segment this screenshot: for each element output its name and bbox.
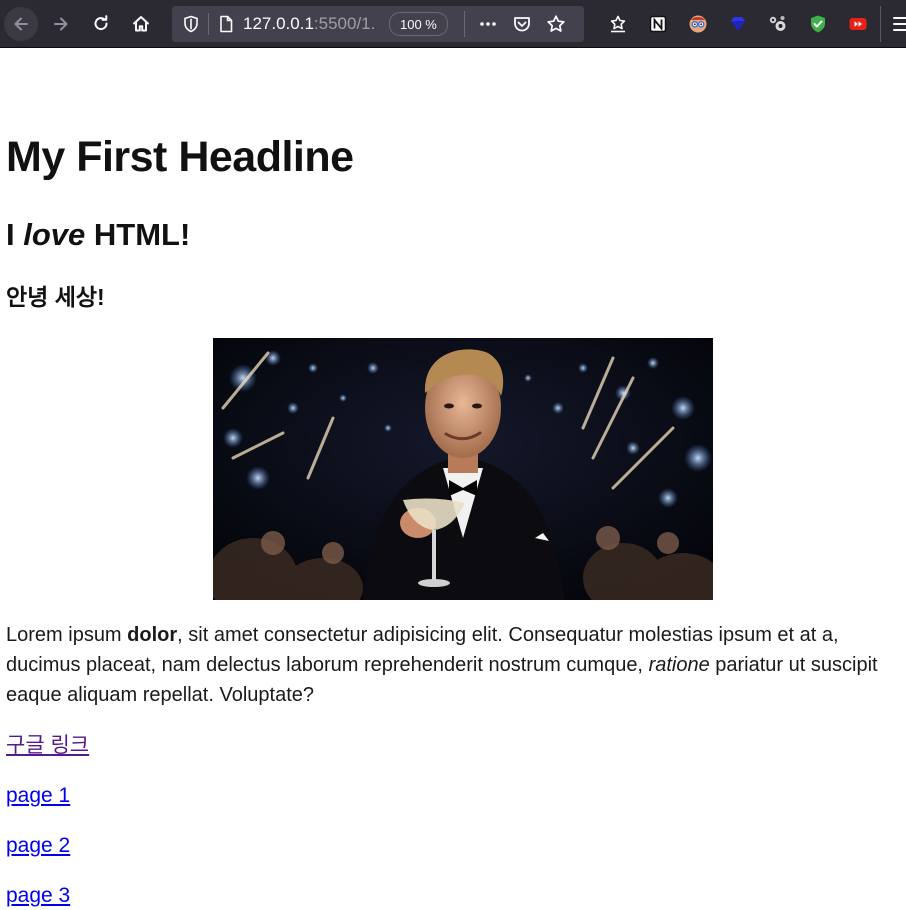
address-bar[interactable]: 127.0.0.1:5500/1. 100 %: [172, 6, 584, 42]
subheading-end: HTML!: [85, 217, 191, 252]
molecule-extension-button[interactable]: [758, 7, 798, 41]
page-1-link[interactable]: page 1: [6, 782, 70, 810]
pocket-icon: [513, 17, 530, 32]
google-link[interactable]: 구글 링크: [6, 732, 89, 760]
paragraph-emphasis: ratione: [648, 654, 710, 676]
subheading: I love HTML!: [6, 215, 190, 255]
pocket-button[interactable]: [509, 11, 535, 37]
tracking-shield-icon[interactable]: [182, 15, 200, 33]
urlbar-divider: [208, 13, 209, 35]
youtube-ff-extension-button[interactable]: [838, 7, 878, 41]
bookmark-star-button[interactable]: [543, 11, 569, 37]
notion-icon: [649, 15, 667, 33]
arrow-left-icon: [14, 17, 28, 30]
title-prefix: My: [6, 133, 77, 181]
urlbar-separator: [463, 11, 465, 37]
toolbar-separator: [880, 6, 881, 42]
page-actions-button[interactable]: [475, 11, 501, 37]
gem-icon: [731, 17, 745, 31]
notion-extension-button[interactable]: [638, 7, 678, 41]
youtube-ff-icon: [849, 18, 867, 30]
star-icon: [547, 15, 565, 32]
page-2-link[interactable]: page 2: [6, 832, 70, 860]
back-button[interactable]: [4, 6, 38, 41]
title-bold: First Headline: [76, 133, 354, 181]
reload-icon: [94, 14, 108, 30]
hero-image: [213, 338, 713, 600]
home-button[interactable]: [124, 7, 158, 41]
url-text[interactable]: 127.0.0.1:5500/1.: [243, 14, 381, 34]
page-icon[interactable]: [217, 15, 235, 33]
reload-button[interactable]: [84, 7, 118, 41]
shield-extension-button[interactable]: [798, 7, 838, 41]
url-host: 127.0.0.1: [243, 14, 314, 33]
glasses-extension-button[interactable]: [678, 7, 718, 41]
subheading-emphasis: love: [23, 217, 86, 252]
paragraph-text-1: Lorem ipsum: [6, 624, 128, 646]
hamburger-menu-icon[interactable]: [893, 12, 906, 36]
arrow-right-icon: [54, 17, 68, 30]
shield-check-icon: [811, 15, 825, 33]
home-icon: [133, 15, 149, 31]
forward-button[interactable]: [44, 7, 78, 41]
body-paragraph: Lorem ipsum dolor, sit amet consectetur …: [6, 620, 906, 710]
reading-list-button[interactable]: [598, 7, 638, 41]
browser-toolbar: 127.0.0.1:5500/1. 100 %: [0, 0, 906, 48]
page-title: My First Headline: [6, 132, 354, 182]
molecule-icon: [769, 16, 786, 31]
korean-heading: 안녕 세상!: [6, 284, 105, 310]
toast-photo-icon: [213, 338, 713, 600]
zoom-indicator[interactable]: 100 %: [389, 12, 448, 36]
gem-extension-button[interactable]: [718, 7, 758, 41]
subheading-start: I: [6, 217, 24, 252]
page-3-link[interactable]: page 3: [6, 882, 70, 910]
url-path: :5500/1.: [313, 14, 376, 33]
reading-list-icon: [610, 15, 626, 33]
paragraph-bold: dolor: [127, 624, 178, 646]
more-dots-icon: [480, 22, 496, 26]
extensions-row: [598, 7, 878, 41]
glasses-icon: [689, 15, 707, 33]
